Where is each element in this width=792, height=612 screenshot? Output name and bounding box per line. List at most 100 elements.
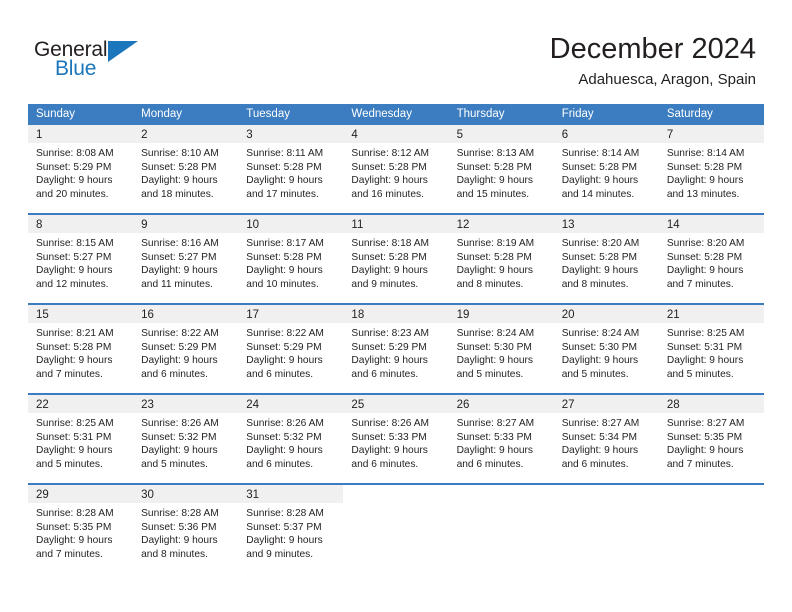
logo-triangle-icon xyxy=(108,41,138,62)
calendar-day-cell[interactable]: 9 Sunrise: 8:16 AM Sunset: 5:27 PM Daylight… xyxy=(133,215,239,303)
day-number-band xyxy=(553,485,659,503)
day-number: 27 xyxy=(561,399,575,411)
day-sun-info: Sunrise: 8:27 AM Sunset: 5:33 PM Daylight:… xyxy=(449,413,554,471)
weekday-header-tuesday: Tuesday xyxy=(246,108,290,120)
day-sun-info: Sunrise: 8:27 AM Sunset: 5:35 PM Daylight:… xyxy=(659,413,764,471)
day-sun-info: Sunrise: 8:11 AM Sunset: 5:28 PM Daylight:… xyxy=(238,143,343,201)
day-sun-info: Sunrise: 8:23 AM Sunset: 5:29 PM Daylight:… xyxy=(343,323,448,381)
daylight-duration-line1: Daylight: 9 hours xyxy=(351,175,428,187)
day-number-band: 8 xyxy=(28,215,134,233)
day-sun-info: Sunrise: 8:18 AM Sunset: 5:28 PM Daylight:… xyxy=(343,233,448,291)
daylight-duration-line1: Daylight: 9 hours xyxy=(666,445,744,457)
day-number-band: 1 xyxy=(28,125,134,143)
day-number: 26 xyxy=(456,399,470,411)
calendar-day-cell[interactable]: 11 Sunrise: 8:18 AM Sunset: 5:28 PM Dayligh… xyxy=(343,215,449,303)
calendar-day-cell[interactable]: 20 Sunrise: 8:24 AM Sunset: 5:30 PM Dayligh… xyxy=(553,305,659,393)
calendar-day-cell[interactable]: 3 Sunrise: 8:11 AM Sunset: 5:28 PM Daylight… xyxy=(238,125,344,213)
general-blue-logo[interactable]: General Blue xyxy=(34,38,154,84)
calendar-day-cell[interactable]: 29 Sunrise: 8:28 AM Sunset: 5:35 PM Dayligh… xyxy=(28,485,134,573)
day-sun-info: Sunrise: 8:08 AM Sunset: 5:29 PM Daylight:… xyxy=(28,143,133,201)
calendar-day-cell[interactable]: 1 Sunrise: 8:08 AM Sunset: 5:29 PM Daylight… xyxy=(28,125,134,213)
calendar-day-cell[interactable]: 17 Sunrise: 8:22 AM Sunset: 5:29 PM Dayligh… xyxy=(238,305,344,393)
daylight-duration-line1: Daylight: 9 hours xyxy=(351,445,428,457)
day-number: 31 xyxy=(246,489,260,501)
daylight-duration-line1: Daylight: 9 hours xyxy=(36,535,113,547)
daylight-duration-line1: Daylight: 9 hours xyxy=(351,265,428,277)
day-number: 18 xyxy=(351,309,365,321)
sunset-time: Sunset: 5:27 PM xyxy=(36,251,112,263)
day-number: 15 xyxy=(36,309,49,321)
day-sun-info xyxy=(554,503,659,507)
day-number-band: 22 xyxy=(28,395,134,413)
sunset-time: Sunset: 5:28 PM xyxy=(456,251,532,263)
daylight-duration-line1: Daylight: 9 hours xyxy=(36,175,113,187)
day-sun-info: Sunrise: 8:28 AM Sunset: 5:37 PM Daylight:… xyxy=(238,503,343,561)
calendar-day-cell[interactable]: 5 Sunrise: 8:13 AM Sunset: 5:28 PM Daylight… xyxy=(448,125,554,213)
sunrise-time: Sunrise: 8:26 AM xyxy=(351,418,430,429)
calendar-day-cell[interactable]: 13 Sunrise: 8:20 AM Sunset: 5:28 PM Dayligh… xyxy=(553,215,659,303)
calendar-day-cell[interactable]: 31 Sunrise: 8:28 AM Sunset: 5:37 PM Dayligh… xyxy=(238,485,344,573)
daylight-duration-line2: and 9 minutes. xyxy=(246,548,314,560)
day-number: 13 xyxy=(561,219,575,231)
sunrise-time: Sunrise: 8:18 AM xyxy=(351,238,430,249)
calendar-day-cell[interactable]: 23 Sunrise: 8:26 AM Sunset: 5:32 PM Dayligh… xyxy=(133,395,239,483)
day-number: 5 xyxy=(456,129,463,141)
day-number-band xyxy=(343,485,449,503)
day-number-band: 19 xyxy=(448,305,554,323)
weekday-header-friday: Friday xyxy=(561,108,594,120)
calendar-day-cell[interactable]: 26 Sunrise: 8:27 AM Sunset: 5:33 PM Dayligh… xyxy=(448,395,554,483)
daylight-duration-line2: and 14 minutes. xyxy=(561,188,635,200)
day-number-band: 16 xyxy=(133,305,239,323)
calendar-day-cell[interactable]: 2 Sunrise: 8:10 AM Sunset: 5:28 PM Daylight… xyxy=(133,125,239,213)
calendar-day-cell[interactable]: 15 Sunrise: 8:21 AM Sunset: 5:28 PM Dayligh… xyxy=(28,305,134,393)
day-number-band xyxy=(658,485,764,503)
calendar-day-cell[interactable]: 27 Sunrise: 8:27 AM Sunset: 5:34 PM Dayligh… xyxy=(553,395,659,483)
sunrise-time: Sunrise: 8:28 AM xyxy=(246,508,324,519)
calendar-day-cell[interactable]: 12 Sunrise: 8:19 AM Sunset: 5:28 PM Dayligh… xyxy=(448,215,554,303)
calendar-day-cell[interactable]: 19 Sunrise: 8:24 AM Sunset: 5:30 PM Dayligh… xyxy=(448,305,554,393)
day-sun-info: Sunrise: 8:24 AM Sunset: 5:30 PM Daylight:… xyxy=(449,323,554,381)
sunrise-time: Sunrise: 8:24 AM xyxy=(561,328,640,339)
day-number: 16 xyxy=(141,309,154,321)
sunset-time: Sunset: 5:28 PM xyxy=(351,161,427,173)
daylight-duration-line2: and 5 minutes. xyxy=(456,368,524,380)
daylight-duration-line2: and 7 minutes. xyxy=(666,278,734,290)
calendar-day-cell[interactable]: 4 Sunrise: 8:12 AM Sunset: 5:28 PM Daylight… xyxy=(343,125,449,213)
weekday-header-sunday: Sunday xyxy=(36,108,76,120)
calendar-day-cell[interactable]: 18 Sunrise: 8:23 AM Sunset: 5:29 PM Dayligh… xyxy=(343,305,449,393)
calendar-day-cell[interactable]: 25 Sunrise: 8:26 AM Sunset: 5:33 PM Dayligh… xyxy=(343,395,449,483)
day-sun-info: Sunrise: 8:16 AM Sunset: 5:27 PM Daylight:… xyxy=(133,233,238,291)
sunset-time: Sunset: 5:36 PM xyxy=(141,521,217,533)
sunset-time: Sunset: 5:28 PM xyxy=(351,251,427,263)
daylight-duration-line2: and 8 minutes. xyxy=(141,548,208,560)
day-number: 1 xyxy=(36,129,43,141)
calendar-day-cell[interactable]: 30 Sunrise: 8:28 AM Sunset: 5:36 PM Dayligh… xyxy=(133,485,239,573)
calendar-day-cell[interactable]: 8 Sunrise: 8:15 AM Sunset: 5:27 PM Daylight… xyxy=(28,215,134,303)
calendar-day-cell[interactable]: 6 Sunrise: 8:14 AM Sunset: 5:28 PM Daylight… xyxy=(553,125,659,213)
calendar-day-cell[interactable]: 22 Sunrise: 8:25 AM Sunset: 5:31 PM Dayligh… xyxy=(28,395,134,483)
daylight-duration-line1: Daylight: 9 hours xyxy=(246,535,323,547)
calendar-day-cell[interactable]: 16 Sunrise: 8:22 AM Sunset: 5:29 PM Dayligh… xyxy=(133,305,239,393)
calendar-day-cell-empty xyxy=(658,485,764,573)
calendar-week-row: 15 Sunrise: 8:21 AM Sunset: 5:28 PM Dayligh… xyxy=(28,303,764,393)
day-number-band: 13 xyxy=(553,215,659,233)
calendar-day-cell[interactable]: 14 Sunrise: 8:20 AM Sunset: 5:28 PM Dayligh… xyxy=(658,215,764,303)
daylight-duration-line1: Daylight: 9 hours xyxy=(141,175,218,187)
calendar-day-cell[interactable]: 24 Sunrise: 8:26 AM Sunset: 5:32 PM Dayligh… xyxy=(238,395,344,483)
sunset-time: Sunset: 5:28 PM xyxy=(246,161,322,173)
day-number: 19 xyxy=(456,309,470,321)
calendar-day-cell[interactable]: 7 Sunrise: 8:14 AM Sunset: 5:28 PM Daylight… xyxy=(658,125,764,213)
daylight-duration-line2: and 10 minutes. xyxy=(246,278,319,290)
day-number-band: 4 xyxy=(343,125,449,143)
daylight-duration-line2: and 13 minutes. xyxy=(666,188,740,200)
daylight-duration-line2: and 7 minutes. xyxy=(36,368,103,380)
calendar-day-cell[interactable]: 21 Sunrise: 8:25 AM Sunset: 5:31 PM Dayligh… xyxy=(658,305,764,393)
daylight-duration-line1: Daylight: 9 hours xyxy=(456,265,534,277)
calendar-day-cell[interactable]: 10 Sunrise: 8:17 AM Sunset: 5:28 PM Dayligh… xyxy=(238,215,344,303)
day-sun-info xyxy=(449,503,554,507)
page-title: December 2024 xyxy=(549,33,756,65)
daylight-duration-line1: Daylight: 9 hours xyxy=(246,265,323,277)
daylight-duration-line2: and 7 minutes. xyxy=(666,458,734,470)
calendar-day-cell[interactable]: 28 Sunrise: 8:27 AM Sunset: 5:35 PM Dayligh… xyxy=(658,395,764,483)
sunset-time: Sunset: 5:35 PM xyxy=(36,521,112,533)
